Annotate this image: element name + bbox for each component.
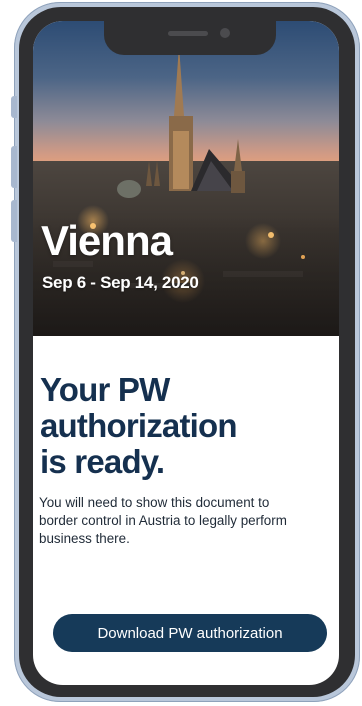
headline-line-1: Your PW bbox=[40, 371, 170, 408]
speaker-grille bbox=[168, 31, 208, 36]
instructions-text: You will need to show this document to b… bbox=[39, 495, 287, 546]
phone-notch bbox=[104, 21, 276, 55]
front-camera bbox=[220, 28, 230, 38]
volume-up-button bbox=[11, 146, 17, 188]
destination-title: Vienna bbox=[41, 217, 173, 264]
authorization-headline: Your PW authorization is ready. bbox=[40, 372, 310, 480]
page: Vienna Sep 6 - Sep 14, 2020 Your PW auth… bbox=[0, 0, 362, 706]
volume-down-button bbox=[11, 200, 17, 242]
headline-line-3: is ready. bbox=[40, 443, 165, 480]
trip-dates: Sep 6 - Sep 14, 2020 bbox=[42, 273, 199, 292]
headline-line-2: authorization bbox=[40, 407, 238, 444]
phone-screen: Vienna Sep 6 - Sep 14, 2020 Your PW auth… bbox=[33, 21, 339, 685]
mute-switch bbox=[11, 96, 17, 118]
download-authorization-button[interactable]: Download PW authorization bbox=[53, 614, 327, 652]
